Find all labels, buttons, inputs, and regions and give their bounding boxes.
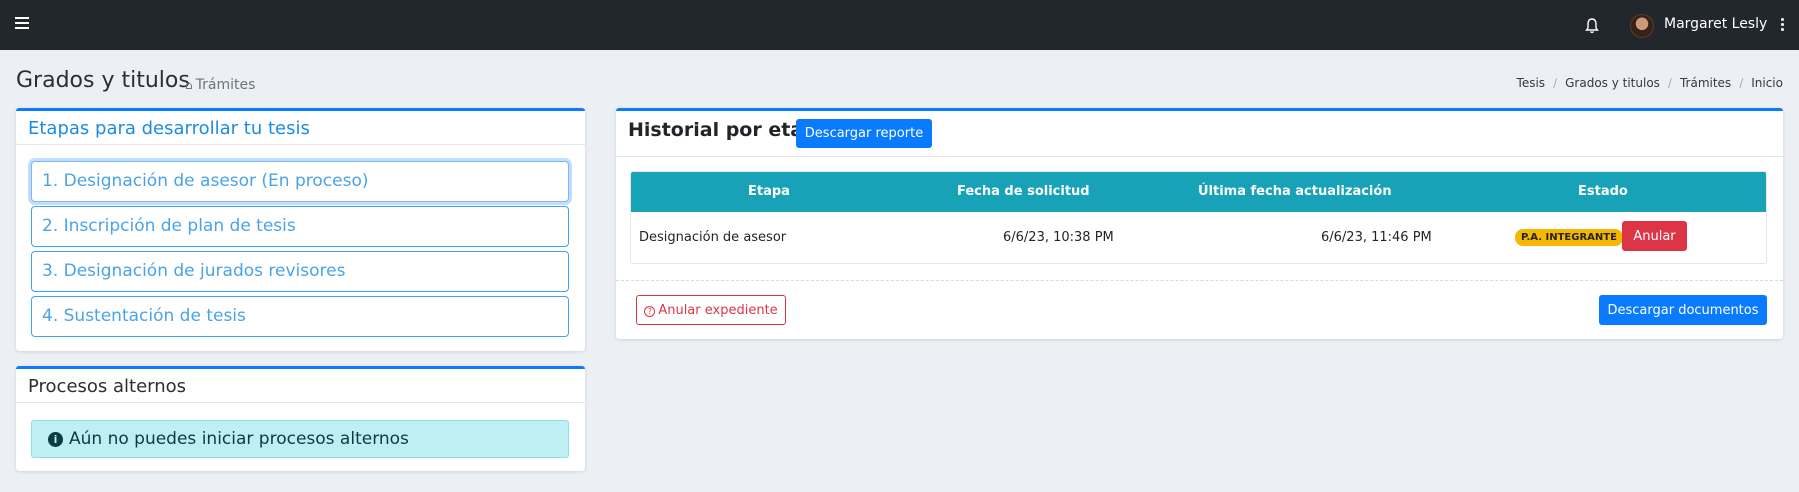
page-subtitle: ⌂ Trámites — [185, 77, 255, 93]
breadcrumb: Tesis / Grados y titulos / Trámites / Inicio — [1516, 76, 1783, 90]
cell-fecha-solicitud: 6/6/23, 10:38 PM — [1003, 230, 1114, 245]
anular-button[interactable]: Anular — [1622, 221, 1687, 251]
table-header: Etapa Fecha de solicitud Última fecha ac… — [631, 172, 1766, 212]
top-navbar: Margaret Lesly — [0, 0, 1799, 50]
info-icon: i — [48, 432, 63, 447]
breadcrumb-item-tramites[interactable]: Trámites — [1680, 76, 1731, 90]
stages-card-title: Etapas para desarrollar tu tesis — [28, 118, 310, 139]
history-table: Etapa Fecha de solicitud Última fecha ac… — [630, 171, 1767, 264]
col-etapa: Etapa — [748, 184, 790, 199]
hamburger-icon[interactable] — [15, 17, 29, 31]
col-estado: Estado — [1578, 184, 1628, 199]
page-title: Grados y titulos — [16, 68, 190, 93]
user-name[interactable]: Margaret Lesly — [1664, 16, 1767, 32]
alt-processes-alert: i Aún no puedes iniciar procesos alternos — [31, 420, 569, 458]
col-fecha-solicitud: Fecha de solicitud — [957, 184, 1090, 199]
stage-item-1[interactable]: 1. Designación de asesor (En proceso) — [31, 161, 569, 202]
avatar[interactable] — [1630, 14, 1654, 38]
cancel-file-button[interactable]: ? Anular expediente — [636, 295, 786, 325]
breadcrumb-item-tesis[interactable]: Tesis — [1517, 76, 1546, 90]
history-card-header: Historial por etapa Descargar reporte — [616, 111, 1783, 157]
stage-item-3[interactable]: 3. Designación de jurados revisores — [31, 251, 569, 292]
page-subtitle-text: Trámites — [195, 77, 256, 93]
download-documents-button[interactable]: Descargar documentos — [1599, 295, 1767, 325]
alt-processes-title: Procesos alternos — [28, 376, 187, 397]
status-badge: P.A. INTEGRANTE — [1515, 229, 1623, 246]
kebab-icon[interactable] — [1781, 18, 1785, 33]
divider — [616, 280, 1783, 281]
stage-item-4[interactable]: 4. Sustentación de tesis — [31, 296, 569, 337]
breadcrumb-item-inicio[interactable]: Inicio — [1751, 76, 1783, 90]
cancel-file-label: Anular expediente — [658, 302, 778, 318]
question-circle-icon: ? — [644, 305, 656, 317]
stage-item-2[interactable]: 2. Inscripción de plan de tesis — [31, 206, 569, 247]
table-row: Designación de asesor 6/6/23, 10:38 PM 6… — [631, 212, 1766, 263]
stages-card: Etapas para desarrollar tu tesis 1. Desi… — [16, 108, 585, 351]
alt-processes-card: Procesos alternos i Aún no puedes iniciar… — [16, 366, 585, 471]
history-card: Historial por etapa Descargar reporte Et… — [616, 108, 1783, 339]
breadcrumb-item-grados[interactable]: Grados y titulos — [1565, 76, 1660, 90]
download-report-button[interactable]: Descargar reporte — [796, 119, 932, 148]
bell-icon[interactable] — [1584, 17, 1600, 35]
cell-etapa: Designación de asesor — [639, 230, 787, 245]
stages-card-header: Etapas para desarrollar tu tesis — [16, 111, 585, 145]
alert-text: Aún no puedes iniciar procesos alternos — [69, 429, 409, 449]
alt-processes-header: Procesos alternos — [16, 369, 585, 403]
cell-ultima-fecha: 6/6/23, 11:46 PM — [1321, 230, 1432, 245]
col-ultima-fecha: Última fecha actualización — [1198, 184, 1392, 199]
home-icon: ⌂ — [185, 78, 193, 92]
